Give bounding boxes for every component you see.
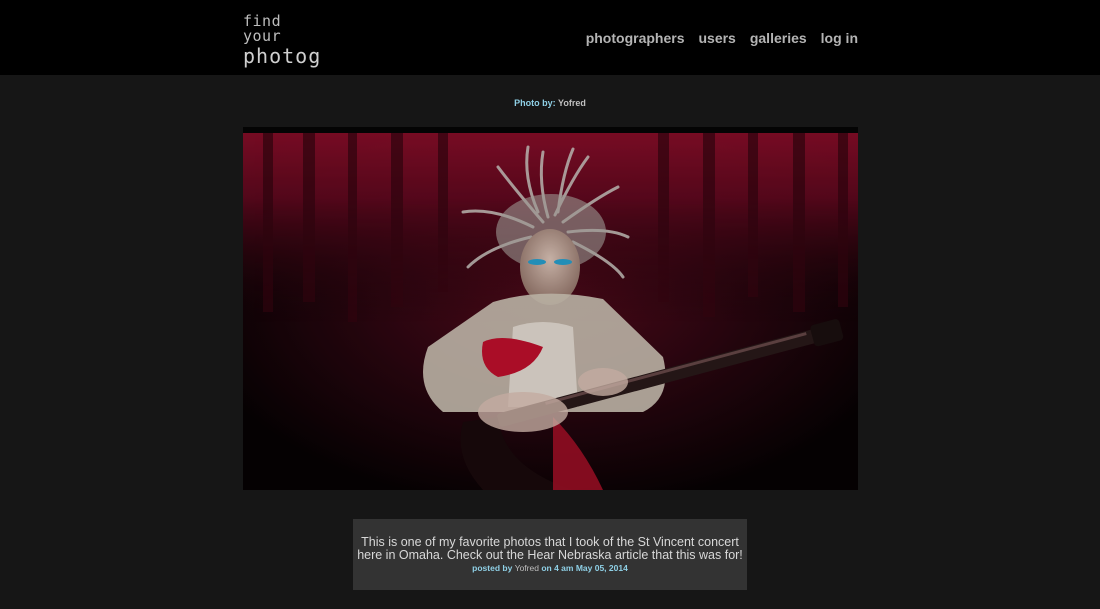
concert-photo-image xyxy=(243,127,858,490)
photo-caption-text: This is one of my favorite photos that I… xyxy=(357,535,743,562)
top-nav-bar: find your photog photographers users gal… xyxy=(0,0,1100,75)
posted-timestamp: 4 am May 05, 2014 xyxy=(554,563,628,573)
posted-by-label: posted by xyxy=(472,563,513,573)
logo-line-2: photog xyxy=(243,44,322,68)
main-nav: photographers users galleries log in xyxy=(586,30,858,46)
posted-on-label: on xyxy=(541,563,552,573)
nav-login-link[interactable]: log in xyxy=(821,30,858,46)
photo-caption-box: This is one of my favorite photos that I… xyxy=(353,519,747,590)
photo-credit-label: Photo by: xyxy=(514,98,556,108)
nav-users-link[interactable]: users xyxy=(698,30,735,46)
nav-galleries-link[interactable]: galleries xyxy=(750,30,807,46)
photo-credit: Photo by: Yofred xyxy=(0,98,1100,108)
logo-line-1: find your xyxy=(243,12,282,45)
posted-by-author[interactable]: Yofred xyxy=(515,563,539,573)
site-logo[interactable]: find your photog xyxy=(243,12,323,67)
nav-photographers-link[interactable]: photographers xyxy=(586,30,685,46)
concert-photo[interactable] xyxy=(243,127,858,490)
posted-by-line: posted by Yofred on 4 am May 05, 2014 xyxy=(353,563,747,573)
photo-credit-name: Yofred xyxy=(558,98,586,108)
